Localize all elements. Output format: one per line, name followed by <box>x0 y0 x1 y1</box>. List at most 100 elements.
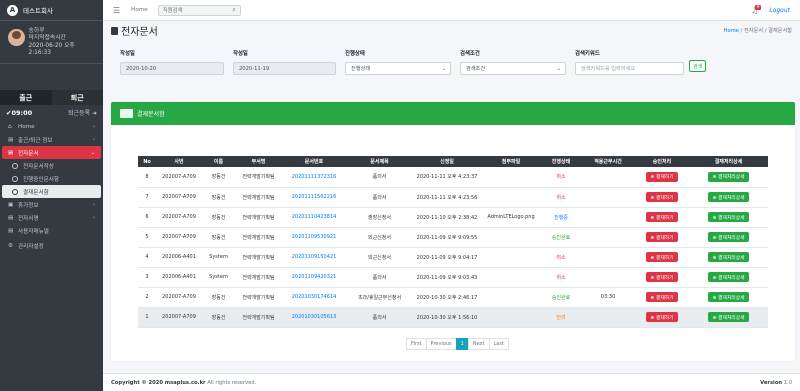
approval-detail-button[interactable]: ⊕ 결재처리상세 <box>708 292 749 302</box>
doc-number-link[interactable]: 20201111372316 <box>292 174 337 180</box>
cell-title: 초과/휴일근무신청서 <box>346 287 413 308</box>
sidebar-item-esign[interactable]: ▤ 전자서명 ‹ <box>2 211 101 224</box>
avatar <box>8 29 25 46</box>
approval-detail-button[interactable]: ⊕ 결재처리상세 <box>708 232 749 242</box>
sidebar-item-home[interactable]: ⌂ Home ‹ <box>2 120 101 133</box>
doc-number-link[interactable]: 20201111562216 <box>292 194 337 200</box>
logout-link[interactable]: Logout <box>769 7 790 14</box>
approve-button[interactable]: ⊗ 결재하기 <box>646 272 678 282</box>
approve-button[interactable]: ⊗ 결재하기 <box>646 292 678 302</box>
cell-detail: ⊕ 결재처리상세 <box>689 207 768 228</box>
cell-status: 취소 <box>541 187 581 208</box>
hamburger-menu-icon[interactable]: ☰ <box>113 6 120 15</box>
doc-number-link[interactable]: 20201110423814 <box>292 214 337 220</box>
chevron-down-icon: ⌄ <box>441 65 446 72</box>
approve-button[interactable]: ⊗ 결재하기 <box>646 252 678 262</box>
condition-select[interactable]: 검색조건 ⌄ <box>460 62 566 75</box>
approval-detail-button[interactable]: ⊕ 결재처리상세 <box>708 312 749 322</box>
cell-approve: ⊗ 결재하기 <box>635 207 689 228</box>
doc-number-link[interactable]: 20201109150421 <box>292 254 337 260</box>
cell-hours <box>581 267 635 288</box>
breadcrumb-home[interactable]: Home <box>724 28 739 34</box>
cell-title: 품의서 <box>346 307 413 328</box>
cell-hours <box>581 207 635 228</box>
top-navbar: ☰ Home 직원검색 ⌕ ♫ 9 Logout <box>103 0 800 21</box>
cell-hours <box>581 187 635 208</box>
breadcrumb-path: / 전자문서 / 결재문서함 <box>738 28 792 34</box>
keyword-input[interactable]: 검색키워드를 입력하세요 <box>575 62 684 75</box>
doc-number-link[interactable]: 20201109530921 <box>292 234 337 240</box>
user-panel: 송하루 마지막접속시간 2020-06-20 오후 2:16:33 <box>0 21 103 65</box>
cell-docno: 20201109420321 <box>282 267 346 288</box>
cell-name: 장동건 <box>202 227 235 248</box>
table-row: 6 202007-A709 장동건 전략개발기획팀 20201110423814 출장신청… <box>138 207 768 228</box>
cell-hours <box>581 307 635 328</box>
page-first[interactable]: First <box>406 338 427 350</box>
approval-detail-button[interactable]: ⊕ 결재처리상세 <box>708 192 749 202</box>
col-name: 이름 <box>202 156 235 167</box>
book-icon: ▤ <box>8 227 14 234</box>
page-last[interactable]: Last <box>488 338 509 350</box>
approve-button[interactable]: ⊗ 결재하기 <box>646 232 678 242</box>
end-date-field[interactable]: 2020-11-19 <box>233 62 336 75</box>
sidebar-sub-approval[interactable]: 결재문서함 <box>2 185 101 199</box>
search-input[interactable]: 직원검색 <box>159 6 229 14</box>
approval-detail-button[interactable]: ⊕ 결재처리상세 <box>708 252 749 262</box>
approve-button[interactable]: ⊗ 결재하기 <box>646 212 678 222</box>
chevron-left-icon: ‹ <box>93 136 95 143</box>
cell-emp: 202006-A401 <box>156 267 202 288</box>
cell-title: 품의서 <box>346 187 413 208</box>
cell-date: 2020-11-11 오후 4:23:56 <box>413 187 481 208</box>
approval-detail-button[interactable]: ⊕ 결재처리상세 <box>708 212 749 222</box>
start-date-field[interactable]: 2020-10-20 <box>120 62 224 75</box>
notification-bell[interactable]: ♫ 9 <box>751 4 762 15</box>
approve-button[interactable]: ⊗ 결재하기 <box>646 192 678 202</box>
brand[interactable]: A 테스트회사 <box>0 0 103 21</box>
approve-button[interactable]: ⊗ 결재하기 <box>646 312 678 322</box>
page-next[interactable]: Next <box>467 338 490 350</box>
cell-emp: 202007-A709 <box>156 287 202 308</box>
clock-out-button[interactable]: 퇴근 <box>51 90 103 106</box>
clock-out-register[interactable]: 퇴근등록 ➜ <box>68 108 97 117</box>
chevron-down-icon: ⌄ <box>90 149 95 156</box>
approval-detail-button[interactable]: ⊕ 결재처리상세 <box>708 272 749 282</box>
sidebar-item-vacation[interactable]: ▣ 휴가정보 ‹ <box>2 198 101 211</box>
clock-in-button[interactable]: 출근 <box>0 90 52 106</box>
circle-icon <box>12 162 18 169</box>
page-previous[interactable]: Previous <box>425 338 457 350</box>
cell-name: System <box>202 267 235 288</box>
cell-hours <box>581 227 635 248</box>
copyright-link[interactable]: msaplus.co.kr <box>165 380 206 386</box>
cell-hours: 03:30 <box>581 287 635 308</box>
cell-name: 장동건 <box>202 287 235 308</box>
signature-icon: ▤ <box>8 214 14 221</box>
col-dept: 부서명 <box>235 156 282 167</box>
doc-number-link[interactable]: 20201109420321 <box>292 274 337 280</box>
status-select[interactable]: 진행상태 ⌄ <box>345 62 451 75</box>
search-icon[interactable]: ⌕ <box>229 6 240 14</box>
sidebar-item-manual[interactable]: ▤ 사용자매뉴얼 <box>2 224 101 237</box>
cell-no: 7 <box>138 187 156 208</box>
col-detail: 결재처리상세 <box>689 156 768 167</box>
cell-emp: 202007-A709 <box>156 167 202 188</box>
last-login-time: 2020-06-20 오후 2:16:33 <box>28 42 75 56</box>
approve-button[interactable]: ⊗ 결재하기 <box>646 171 678 182</box>
cell-name: 장동건 <box>202 167 235 188</box>
cell-file <box>481 187 541 208</box>
sidebar-item-edocs[interactable]: ▤ 전자문서 ⌄ <box>2 146 101 160</box>
version: Version 1.0 <box>760 379 792 386</box>
cell-detail: ⊕ 결재처리상세 <box>689 187 768 208</box>
sidebar-item-admin[interactable]: ⚙ 관리자설정 <box>2 239 101 252</box>
approval-detail-button[interactable]: ⊕ 결재처리상세 <box>708 171 749 182</box>
sidebar-sub-inprogress[interactable]: 진행중인문서함 <box>2 172 101 185</box>
calendar-icon: ▣ <box>8 201 14 208</box>
doc-number-link[interactable]: 20201030105613 <box>292 314 337 320</box>
cell-date: 2020-11-09 오후 9:03:43 <box>413 267 481 288</box>
sidebar-item-attendance[interactable]: ▤ 출근/퇴근 정보 ‹ <box>2 133 101 146</box>
doc-number-link[interactable]: 20201030174614 <box>292 294 337 300</box>
header-home-link[interactable]: Home <box>131 7 148 13</box>
sidebar-sub-write[interactable]: 전자문서작성 <box>2 159 101 172</box>
brand-logo-icon: A <box>7 4 18 16</box>
status-badge: 취소 <box>556 194 566 201</box>
search-button[interactable]: 검색 <box>689 60 707 72</box>
